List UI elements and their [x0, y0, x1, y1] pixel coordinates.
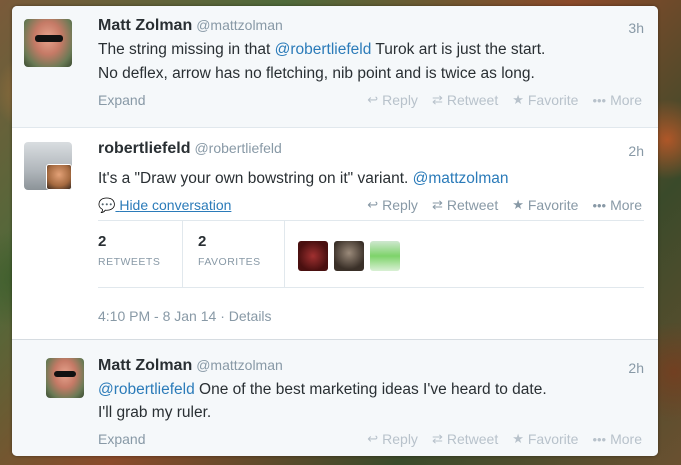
favorite-label: Favorite	[527, 197, 579, 213]
tweet-time[interactable]: 2h	[628, 143, 644, 159]
mention-link[interactable]: @robertliefeld	[98, 381, 195, 398]
tweet-text-line: No deflex, arrow has no fletching, nib p…	[98, 65, 535, 82]
favorite-label: Favorite	[527, 92, 579, 108]
reply-label: Reply	[382, 197, 418, 213]
tweet-item[interactable]: Matt Zolman @mattzolman 3h The string mis…	[12, 6, 658, 128]
tweet-time[interactable]: 2h	[628, 360, 644, 376]
tweet-text: The string missing in that @robertliefel…	[98, 39, 545, 61]
author-name[interactable]: Matt Zolman @mattzolman	[98, 357, 283, 375]
text-segment: It's a "Draw your own bowstring on it" v…	[98, 170, 413, 187]
sunglasses-detail	[35, 35, 63, 42]
separator-dot: ·	[220, 308, 229, 324]
retweets-label: RETWEETS	[98, 256, 161, 268]
ellipsis-icon: •••	[592, 197, 607, 213]
screen-name[interactable]: @mattzolman	[196, 17, 283, 33]
retweet-label: Retweet	[446, 431, 499, 447]
stat-divider	[284, 221, 285, 287]
retweets-count: 2	[98, 233, 107, 250]
tweet-stats: 2 RETWEETS 2 FAVORITES	[98, 220, 644, 288]
avatar[interactable]	[24, 142, 72, 190]
expand-link[interactable]: Expand	[98, 92, 145, 108]
retweet-icon: ⇄	[431, 197, 443, 212]
retweet-icon: ⇄	[431, 431, 443, 446]
screen-name[interactable]: @robertliefeld	[194, 140, 281, 156]
sunglasses-detail	[54, 371, 76, 377]
tweet-item[interactable]: Matt Zolman @mattzolman 2h @robertliefeld…	[12, 340, 658, 456]
reply-arrow-icon: ↩	[367, 431, 379, 446]
tweet-actions: ↩ Reply ⇄ Retweet ★ Favorite ••• More	[367, 431, 642, 447]
favorite-label: Favorite	[527, 431, 579, 447]
retweet-button[interactable]: ⇄ Retweet	[432, 92, 498, 108]
expand-link[interactable]: Expand	[98, 431, 145, 447]
author-name[interactable]: Matt Zolman @mattzolman	[98, 17, 283, 35]
star-icon: ★	[512, 197, 524, 212]
text-segment: The string missing in that	[98, 41, 275, 58]
more-label: More	[610, 431, 642, 447]
hide-conversation-link[interactable]: 💬 Hide conversation	[98, 197, 231, 214]
reply-button[interactable]: ↩ Reply	[367, 92, 418, 108]
tweet-text: @robertliefeld One of the best marketing…	[98, 379, 547, 401]
favorite-button[interactable]: ★ Favorite	[512, 92, 578, 108]
tweet-time[interactable]: 3h	[628, 20, 644, 36]
avatar-inset	[46, 164, 72, 190]
more-label: More	[610, 92, 642, 108]
tweet-timestamp-row: 4:10 PM - 8 Jan 14 · Details	[98, 308, 272, 324]
tweet-actions: ↩ Reply ⇄ Retweet ★ Favorite ••• More	[367, 92, 642, 108]
avatar[interactable]	[24, 19, 72, 67]
favorites-label: FAVORITES	[198, 256, 261, 268]
favorite-button[interactable]: ★ Favorite	[512, 431, 578, 447]
retweet-button[interactable]: ⇄ Retweet	[432, 197, 498, 213]
reply-button[interactable]: ↩ Reply	[367, 431, 418, 447]
mention-link[interactable]: @robertliefeld	[275, 41, 372, 58]
retweets-stat[interactable]: 2 RETWEETS	[98, 233, 160, 268]
text-segment: One of the best marketing ideas I've hea…	[194, 381, 547, 398]
retweet-label: Retweet	[446, 197, 499, 213]
author-name[interactable]: robertliefeld @robertliefeld	[98, 140, 282, 158]
mention-link[interactable]: @mattzolman	[413, 170, 509, 187]
screen-name[interactable]: @mattzolman	[196, 357, 283, 373]
reply-button[interactable]: ↩ Reply	[367, 197, 418, 213]
reply-label: Reply	[382, 92, 418, 108]
retweet-label: Retweet	[446, 92, 499, 108]
ellipsis-icon: •••	[592, 431, 607, 447]
retweet-button[interactable]: ⇄ Retweet	[432, 431, 498, 447]
favorites-stat[interactable]: 2 FAVORITES	[198, 233, 261, 268]
details-link[interactable]: Details	[229, 308, 272, 324]
reply-arrow-icon: ↩	[367, 92, 379, 107]
tweet-item-expanded[interactable]: robertliefeld @robertliefeld 2h It's a "D…	[12, 128, 658, 340]
full-timestamp[interactable]: 4:10 PM - 8 Jan 14	[98, 308, 216, 324]
reply-label: Reply	[382, 431, 418, 447]
text-segment: Turok art is just the start.	[371, 41, 546, 58]
tweet-text-line: I'll grab my ruler.	[98, 404, 212, 421]
more-button[interactable]: ••• More	[592, 431, 642, 447]
reply-arrow-icon: ↩	[367, 197, 379, 212]
more-button[interactable]: ••• More	[592, 197, 642, 213]
favoriter-avatar[interactable]	[370, 241, 400, 271]
star-icon: ★	[512, 431, 524, 446]
display-name[interactable]: Matt Zolman	[98, 357, 192, 374]
tweet-actions: ↩ Reply ⇄ Retweet ★ Favorite ••• More	[367, 197, 642, 213]
tweet-stream: Matt Zolman @mattzolman 3h The string mis…	[12, 6, 658, 456]
display-name[interactable]: Matt Zolman	[98, 17, 192, 34]
ellipsis-icon: •••	[592, 92, 607, 108]
favorite-button[interactable]: ★ Favorite	[512, 197, 578, 213]
tweet-text: It's a "Draw your own bowstring on it" v…	[98, 168, 508, 190]
hide-conversation-label: Hide conversation	[119, 197, 232, 213]
more-label: More	[610, 197, 642, 213]
speech-bubble-icon: 💬	[98, 197, 116, 213]
star-icon: ★	[512, 92, 524, 107]
favoriter-avatar[interactable]	[298, 241, 328, 271]
avatar[interactable]	[46, 358, 84, 398]
stat-divider	[182, 221, 183, 287]
more-button[interactable]: ••• More	[592, 92, 642, 108]
favorites-count: 2	[198, 233, 207, 250]
retweet-icon: ⇄	[431, 92, 443, 107]
display-name[interactable]: robertliefeld	[98, 140, 190, 157]
favoriter-avatar[interactable]	[334, 241, 364, 271]
